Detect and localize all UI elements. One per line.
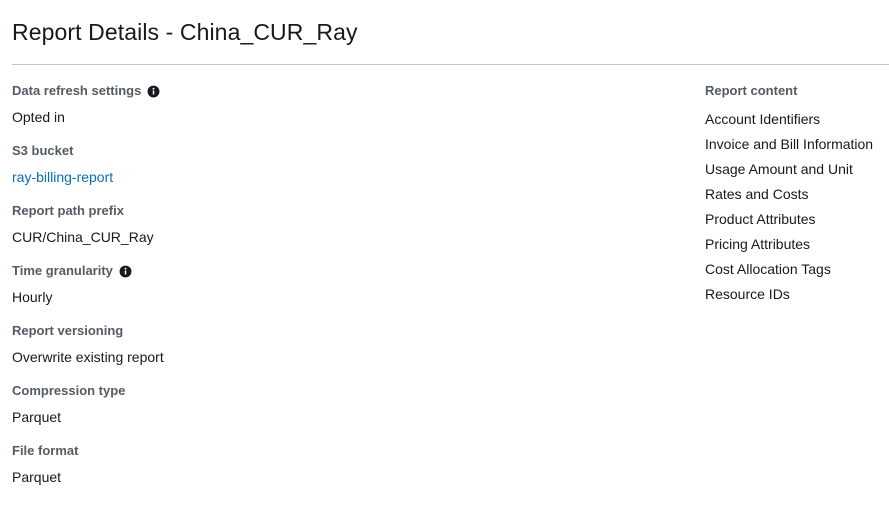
detail-field-value: CUR/China_CUR_Ray <box>12 229 154 245</box>
detail-field-label-text: Report path prefix <box>12 203 124 218</box>
detail-field: Time granularity Hourly <box>12 262 672 307</box>
title-divider <box>12 64 889 65</box>
detail-field-value: Parquet <box>12 469 62 485</box>
info-icon[interactable] <box>119 265 132 278</box>
report-content-item: Cost Allocation Tags <box>705 261 831 277</box>
detail-field-value: Hourly <box>12 289 53 305</box>
report-content-item: Rates and Costs <box>705 186 809 202</box>
info-icon[interactable] <box>147 85 160 98</box>
detail-field-label-text: Compression type <box>12 383 126 398</box>
report-details-page: Report Details - China_CUR_Ray Data refr… <box>0 0 889 525</box>
detail-field-value: Overwrite existing report <box>12 349 164 365</box>
detail-field-label: Report versioning <box>12 322 672 340</box>
page-title: Report Details - China_CUR_Ray <box>12 19 358 45</box>
detail-field-label-text: S3 bucket <box>12 143 74 158</box>
detail-field: S3 bucket ray-billing-report <box>12 142 672 187</box>
details-left-column: Data refresh settings Opted in S3 bucket ra… <box>12 82 672 487</box>
report-content-column: Report content Account Identifiers Invoic… <box>705 82 889 307</box>
report-content-item: Pricing Attributes <box>705 236 811 252</box>
s3-bucket-link[interactable]: ray-billing-report <box>12 167 672 187</box>
detail-field-label: Report path prefix <box>12 202 672 220</box>
detail-field-label: Time granularity <box>12 262 672 280</box>
detail-field: Compression type Parquet <box>12 382 672 427</box>
detail-field-label: Data refresh settings <box>12 82 672 100</box>
report-content-item: Usage Amount and Unit <box>705 161 853 177</box>
detail-field: Data refresh settings Opted in <box>12 82 672 127</box>
report-content-item: Invoice and Bill Information <box>705 136 874 152</box>
detail-field-label-text: File format <box>12 443 79 458</box>
detail-field-label: S3 bucket <box>12 142 672 160</box>
detail-field-value: Parquet <box>12 409 62 425</box>
detail-field-label-text: Report versioning <box>12 323 124 338</box>
detail-field: File format Parquet <box>12 442 672 487</box>
detail-field: Report versioning Overwrite existing repo… <box>12 322 672 367</box>
report-content-item: Resource IDs <box>705 286 790 302</box>
detail-field-label: Compression type <box>12 382 672 400</box>
detail-field-label-text: Time granularity <box>12 263 113 278</box>
report-content-list: Account Identifiers Invoice and Bill Info… <box>705 107 889 307</box>
detail-field-label: File format <box>12 442 672 460</box>
detail-field-value: Opted in <box>12 109 65 125</box>
report-content-item: Account Identifiers <box>705 111 821 127</box>
detail-field-label-text: Data refresh settings <box>12 83 142 98</box>
report-content-heading: Report content <box>705 83 798 98</box>
report-content-item: Product Attributes <box>705 211 816 227</box>
detail-field: Report path prefix CUR/China_CUR_Ray <box>12 202 672 247</box>
